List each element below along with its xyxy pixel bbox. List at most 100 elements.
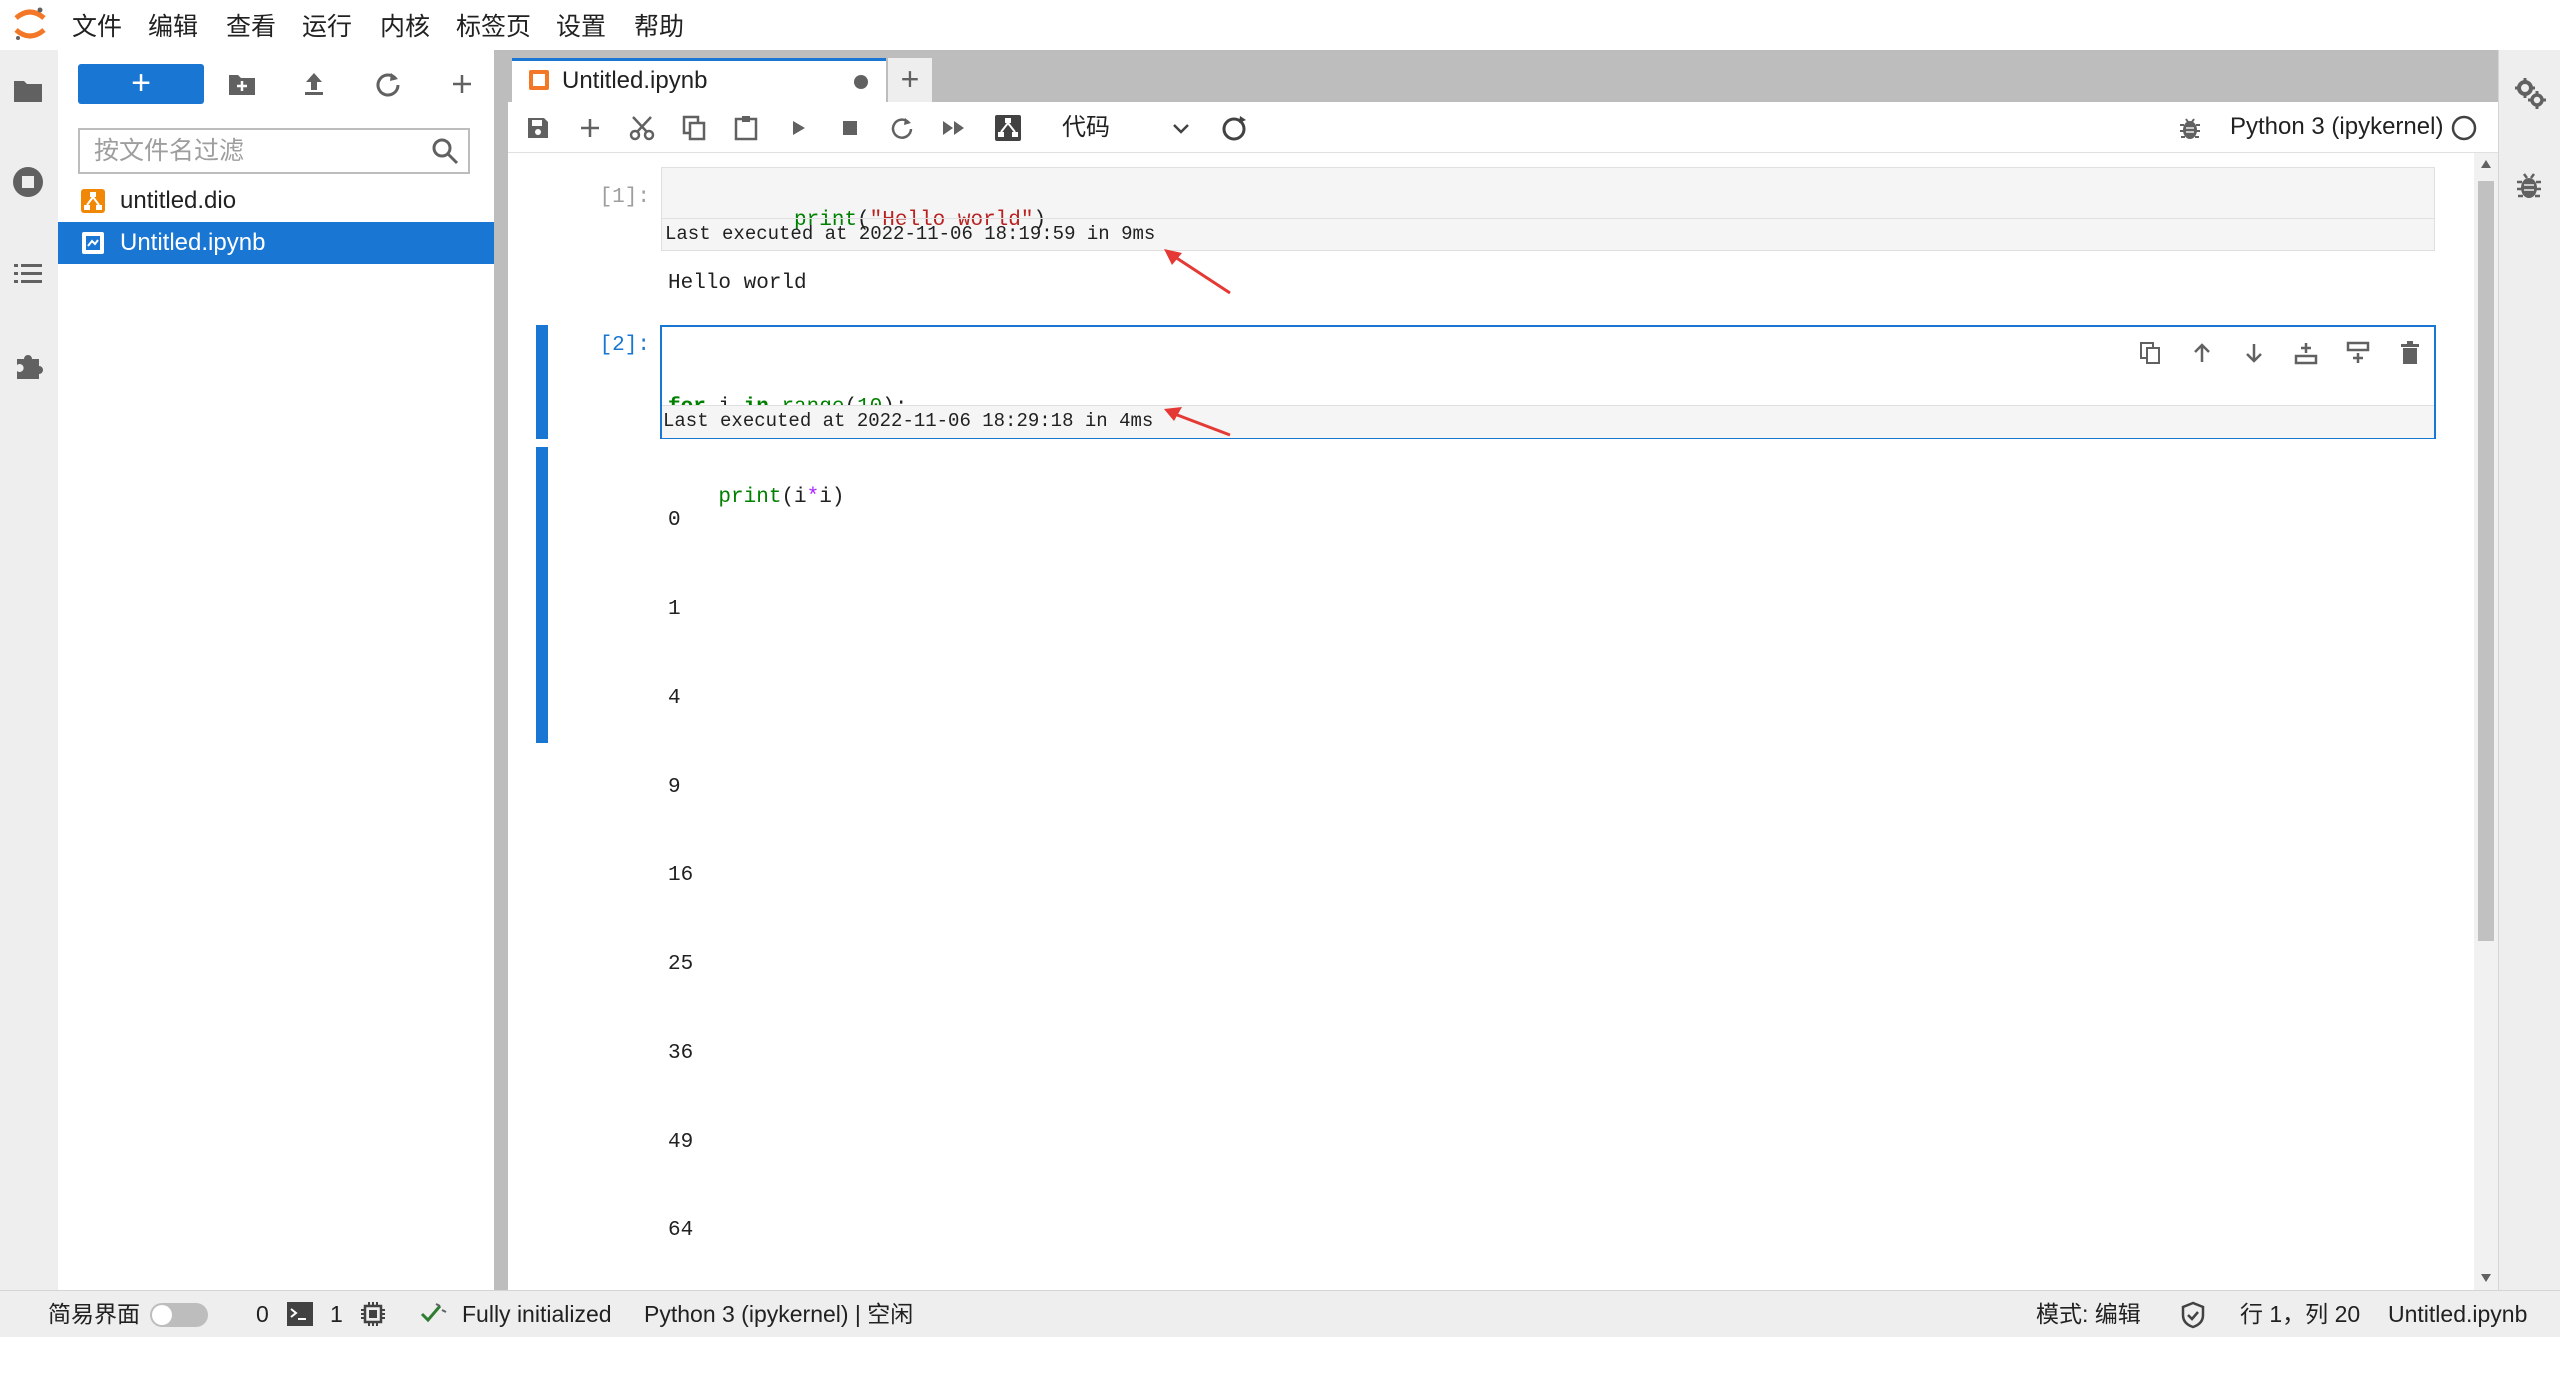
insert-cell-icon[interactable] (572, 110, 608, 146)
folder-icon[interactable] (10, 72, 46, 108)
kernel-status[interactable]: Python 3 (ipykernel) | 空闲 (644, 1291, 913, 1337)
notebook-icon (528, 69, 550, 91)
terminal-count[interactable]: 0 (256, 1291, 269, 1337)
move-down-icon[interactable] (2236, 335, 2272, 371)
lsp-status-icon[interactable] (420, 1301, 450, 1327)
cell-type-value: 代码 (1062, 114, 1110, 141)
lsp-status-text[interactable]: Fully initialized (462, 1291, 612, 1337)
add-icon[interactable] (442, 64, 482, 104)
kernel-chip-icon[interactable] (360, 1301, 386, 1327)
new-launcher-button[interactable]: + (78, 64, 204, 104)
drawio-file-icon (80, 188, 106, 214)
move-up-icon[interactable] (2184, 335, 2220, 371)
cell-2-prompt: [2]: (599, 334, 650, 357)
output-line: 9 (668, 775, 681, 799)
trusted-shield-icon[interactable] (2180, 1301, 2206, 1329)
refresh-icon[interactable] (368, 64, 408, 104)
panel-splitter[interactable] (494, 50, 508, 1290)
menu-tabs[interactable]: 标签页 (456, 0, 531, 50)
git-sync-icon[interactable] (1216, 110, 1252, 146)
kernel-name[interactable]: Python 3 (ipykernel) (2230, 102, 2443, 152)
copy-icon[interactable] (676, 110, 712, 146)
file-name: Untitled.ipynb (120, 229, 266, 256)
tab-bar: Untitled.ipynb + (508, 50, 2498, 102)
file-item-untitled-dio[interactable]: untitled.dio (58, 180, 494, 222)
chevron-down-icon (1168, 112, 1194, 144)
output-line: 16 (668, 864, 694, 888)
tab-title: Untitled.ipynb (562, 67, 708, 94)
cursor-position[interactable]: 行 1，列 20 (2240, 1291, 2360, 1337)
menu-settings[interactable]: 设置 (556, 0, 606, 50)
annotation-arrow-1 (1158, 249, 1238, 299)
fast-forward-icon[interactable] (936, 110, 972, 146)
stop-icon[interactable] (832, 110, 868, 146)
cell-type-select[interactable]: 代码 (1056, 110, 1206, 146)
new-tab-button[interactable]: + (888, 58, 932, 102)
file-filter-input[interactable] (80, 130, 428, 172)
cell-2-output: 0 1 4 9 16 25 36 49 64 81 (668, 447, 769, 1394)
output-line: 0 (668, 509, 681, 533)
cell-2-exec-info: Last executed at 2022-11-06 18:29:18 in … (663, 410, 1154, 432)
cell-1-output: Hello world (668, 272, 807, 295)
notebook-file-icon (80, 230, 106, 256)
run-icon[interactable] (780, 110, 816, 146)
cell-1-exec-info: Last executed at 2022-11-06 18:19:59 in … (665, 223, 1156, 245)
upload-icon[interactable] (294, 64, 334, 104)
cut-icon[interactable] (624, 110, 660, 146)
code-token: i) (819, 486, 845, 509)
cell-2-input-collapser[interactable] (536, 325, 548, 439)
terminal-icon[interactable] (286, 1301, 314, 1327)
file-item-untitled-ipynb[interactable]: Untitled.ipynb (58, 222, 494, 264)
cell-2-input[interactable]: for i in range(10): print(i*i) (660, 325, 2436, 509)
debugger-bug-icon[interactable] (2172, 110, 2208, 146)
status-bar: 简易界面 0 1 Fully initialized Python 3 (ipy… (0, 1290, 2560, 1337)
cell-2-output-collapser[interactable] (536, 447, 548, 743)
new-folder-icon[interactable] (222, 64, 262, 104)
file-browser-panel: + untitled.dio Untitled.ipynb (58, 50, 494, 1290)
paste-icon[interactable] (728, 110, 764, 146)
simple-mode-toggle[interactable] (150, 1303, 208, 1327)
menu-file[interactable]: 文件 (72, 0, 122, 50)
delete-cell-icon[interactable] (2392, 335, 2428, 371)
notebook-scrollbar[interactable] (2474, 153, 2498, 1290)
insert-above-icon[interactable] (2288, 335, 2324, 371)
main-dock-area: Untitled.ipynb + 代码 Python 3 (ipykernel)… (508, 50, 2498, 1331)
scrollbar-thumb[interactable] (2478, 181, 2494, 941)
code-token: * (806, 486, 820, 509)
duplicate-cell-icon[interactable] (2132, 335, 2168, 371)
property-inspector-gears-icon[interactable] (2513, 76, 2547, 110)
scroll-up-arrow-icon[interactable] (2480, 159, 2492, 169)
scroll-down-arrow-icon[interactable] (2480, 1273, 2492, 1283)
simple-mode-label: 简易界面 (48, 1301, 140, 1327)
annotation-arrow-2 (1158, 407, 1238, 441)
cell-1-prompt: [1]: (599, 186, 650, 209)
current-file-name: Untitled.ipynb (2388, 1301, 2528, 1327)
kernel-count[interactable]: 1 (330, 1291, 343, 1337)
cell-1-input[interactable]: print("Hello world") Last executed at 20… (661, 167, 2435, 251)
extension-puzzle-icon[interactable] (10, 348, 46, 384)
restart-icon[interactable] (884, 110, 920, 146)
search-icon (430, 136, 460, 166)
debugger-bug-icon[interactable] (2515, 170, 2543, 200)
menu-view[interactable]: 查看 (226, 0, 276, 50)
notebook-panel: 代码 Python 3 (ipykernel) [1]: print("Hell… (508, 102, 2498, 1331)
running-stop-icon[interactable] (10, 164, 46, 200)
insert-below-icon[interactable] (2340, 335, 2376, 371)
code-token: (i (781, 486, 807, 509)
menu-help[interactable]: 帮助 (634, 0, 684, 50)
tab-untitled-ipynb[interactable]: Untitled.ipynb (512, 58, 886, 102)
right-sidebar (2498, 50, 2560, 1290)
menu-edit[interactable]: 编辑 (148, 0, 198, 50)
toggle-knob (152, 1305, 172, 1325)
kernel-idle-circle-icon (2446, 110, 2482, 146)
unsaved-dot-icon[interactable] (854, 75, 868, 89)
output-line: 1 (668, 597, 681, 621)
save-icon[interactable] (520, 110, 556, 146)
menu-kernel[interactable]: 内核 (380, 0, 430, 50)
menu-run[interactable]: 运行 (302, 0, 352, 50)
table-of-contents-icon[interactable] (10, 256, 46, 292)
drawio-insert-icon[interactable] (990, 110, 1026, 146)
notebook-toolbar: 代码 Python 3 (ipykernel) (508, 102, 2498, 153)
edit-mode-status: 模式: 编辑 (2036, 1301, 2141, 1327)
notebook-cells[interactable]: [1]: print("Hello world") Last executed … (508, 153, 2474, 1331)
